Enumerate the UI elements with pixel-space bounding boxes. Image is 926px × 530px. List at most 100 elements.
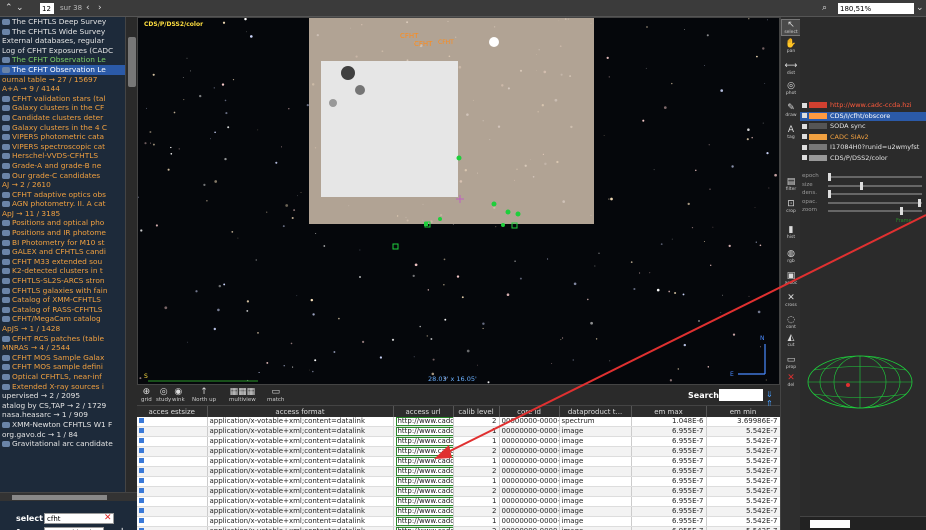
table-row[interactable]: application/x-votable+xml;content=datali… (137, 506, 780, 517)
slider-zoom[interactable]: zoom (802, 207, 926, 215)
row-select-cell[interactable] (137, 486, 208, 497)
table-row[interactable]: application/x-votable+xml;content=datali… (137, 466, 780, 477)
tool-crop[interactable]: ⊡ crop (781, 199, 801, 214)
tree-item[interactable]: XMM-Newton CFHTLS W1 F (0, 420, 125, 430)
tree-item[interactable]: The CFHT Observation Le (0, 64, 125, 75)
tree-item[interactable]: CFHT MOS Sample Galax (0, 353, 125, 363)
tree-item[interactable]: Our grade-C candidates (0, 171, 125, 181)
table-row[interactable]: application/x-votable+xml;content=datali… (137, 476, 780, 487)
tree-item[interactable]: Positions and IR photome (0, 228, 125, 238)
table-cell[interactable]: http://www.cadc (393, 516, 454, 527)
tree-item[interactable]: Galaxy clusters in the CF (0, 103, 125, 113)
tool-assoc[interactable]: ▣ assoc (781, 271, 801, 286)
slider-size[interactable]: size (802, 181, 926, 190)
tree-item[interactable]: nasa.heasarc → 1 / 909 (0, 410, 125, 420)
slider-track[interactable] (828, 201, 922, 204)
table-row[interactable]: application/x-votable+xml;content=datali… (137, 426, 780, 437)
tree-item[interactable]: CFHTLS-SL2S-ARCS stron (0, 276, 125, 286)
table-search-input[interactable] (719, 389, 763, 401)
tree-item[interactable]: Extended X-ray sources i (0, 382, 125, 392)
column-header[interactable]: calib level (453, 406, 500, 417)
catalog-source[interactable] (491, 201, 497, 207)
tool-del[interactable]: ✕ del (781, 373, 801, 388)
tree-item[interactable]: Grade-A and grade-B ne (0, 161, 125, 171)
column-header[interactable]: access format (207, 406, 394, 417)
tool-dist[interactable]: ⟷ dist (781, 61, 801, 76)
layer-checkbox[interactable] (802, 155, 807, 160)
table-cell[interactable]: http://www.cadc (393, 436, 454, 447)
table-cell[interactable]: http://www.cadc (393, 486, 454, 497)
tree-item[interactable]: CFHT validation stars (tal (0, 94, 125, 104)
tool-cross[interactable]: ✕ cross (781, 293, 801, 308)
layer-checkbox[interactable] (802, 113, 807, 118)
row-select-cell[interactable] (137, 526, 208, 530)
layer-checkbox[interactable] (802, 134, 807, 139)
catalog-source[interactable] (515, 211, 521, 217)
tree-item[interactable]: Herschel-VVDS-CFHTLS (0, 151, 125, 161)
tree-item[interactable]: Galaxy clusters in the 4 C (0, 123, 125, 133)
zoom-input[interactable] (838, 3, 914, 14)
sky-view[interactable]: CFHT CFHT CFHT N E S CDS/P/DSS2/color 28… (137, 17, 780, 385)
access-url-link[interactable]: http://www.cadc (395, 427, 452, 436)
tree-item[interactable]: Log of CFHT Exposures (CADC (0, 46, 125, 56)
tool-draw[interactable]: ✎ draw (781, 103, 801, 118)
row-select-cell[interactable] (137, 516, 208, 527)
row-select-cell[interactable] (137, 506, 208, 517)
tree-item[interactable]: Gravitational arc candidate (0, 439, 125, 449)
tree-item[interactable]: MNRAS → 4 / 2544 (0, 343, 125, 353)
study-button[interactable]: ◎ study (156, 387, 171, 403)
column-header[interactable]: access url (393, 406, 454, 417)
catalog-source[interactable] (424, 222, 428, 226)
column-header[interactable]: dataproduct t... (559, 406, 632, 417)
tree-item[interactable]: upervised → 2 / 2095 (0, 391, 125, 401)
access-url-link[interactable]: http://www.cadc (395, 467, 452, 476)
tree-item[interactable]: CFHT MOS sample defini (0, 362, 125, 372)
tool-prop[interactable]: ▭ prop (781, 355, 801, 370)
tree-item[interactable]: VIPERS spectroscopic cat (0, 142, 125, 152)
table-cell[interactable]: http://www.cadc (393, 506, 454, 517)
zoom-dropdown-icon[interactable]: ⌄ (916, 3, 924, 13)
tree-item[interactable]: The CFHTLS Wide Survey (0, 27, 125, 37)
slider-track[interactable] (828, 210, 922, 212)
column-header[interactable]: em min (706, 406, 780, 417)
tree-item[interactable]: AJ → 2 / 2610 (0, 180, 125, 190)
slider-knob[interactable] (828, 190, 831, 198)
table-cell[interactable]: http://www.cadc (393, 446, 454, 457)
table-row[interactable]: application/x-votable+xml;content=datali… (137, 436, 780, 447)
table-cell[interactable]: http://www.cadc (393, 476, 454, 487)
row-select-cell[interactable] (137, 476, 208, 487)
status-field[interactable] (810, 520, 850, 528)
page-number-input[interactable] (40, 3, 54, 14)
slider-knob[interactable] (900, 207, 903, 215)
chevron-down-icon[interactable]: ⌄ (16, 3, 24, 13)
access-url-link[interactable]: http://www.cadc (395, 497, 452, 506)
table-row[interactable]: application/x-votable+xml;content=datali… (137, 446, 780, 457)
multiview-button[interactable]: ▦▦▦ multiview (229, 387, 256, 403)
grid-button[interactable]: ⊕ grid (141, 387, 152, 403)
catalog-source[interactable] (501, 223, 505, 227)
tree-item[interactable]: BI Photometry for M10 st (0, 238, 125, 248)
tree-item[interactable]: K2-detected clusters in t (0, 266, 125, 276)
slider-dens[interactable]: dens. (802, 190, 926, 198)
search-icon[interactable]: ⌕ (822, 3, 827, 13)
add-source-icon[interactable]: + (118, 526, 126, 530)
match-button[interactable]: ▭ match (267, 387, 284, 403)
catalog-source[interactable] (392, 243, 399, 250)
tree-item[interactable]: Optical CFHTLS, near-inf (0, 372, 125, 382)
tool-hist[interactable]: ▮ hist (781, 225, 801, 240)
access-url-link[interactable]: http://www.cadc (395, 477, 452, 486)
access-url-link[interactable]: http://www.cadc (395, 447, 452, 456)
table-cell[interactable]: http://www.cadc (393, 466, 454, 477)
row-select-cell[interactable] (137, 426, 208, 437)
tree-item[interactable]: AGN photometry. II. A cat (0, 199, 125, 209)
tree-item[interactable]: CFHT M33 extended sou (0, 257, 125, 267)
layer-item[interactable]: SODA sync (800, 122, 926, 131)
tool-tag[interactable]: Atag (781, 125, 801, 140)
access-url-link[interactable]: http://www.cadc (395, 437, 452, 446)
slider-track[interactable] (828, 176, 922, 178)
tool-filter[interactable]: ▤ filter (781, 177, 801, 192)
tree-item[interactable]: CFHT RCS patches (table (0, 334, 125, 344)
catalog-source[interactable] (438, 217, 442, 221)
table-row[interactable]: application/x-votable+xml;content=datali… (137, 526, 780, 530)
slider-track[interactable] (828, 184, 922, 187)
